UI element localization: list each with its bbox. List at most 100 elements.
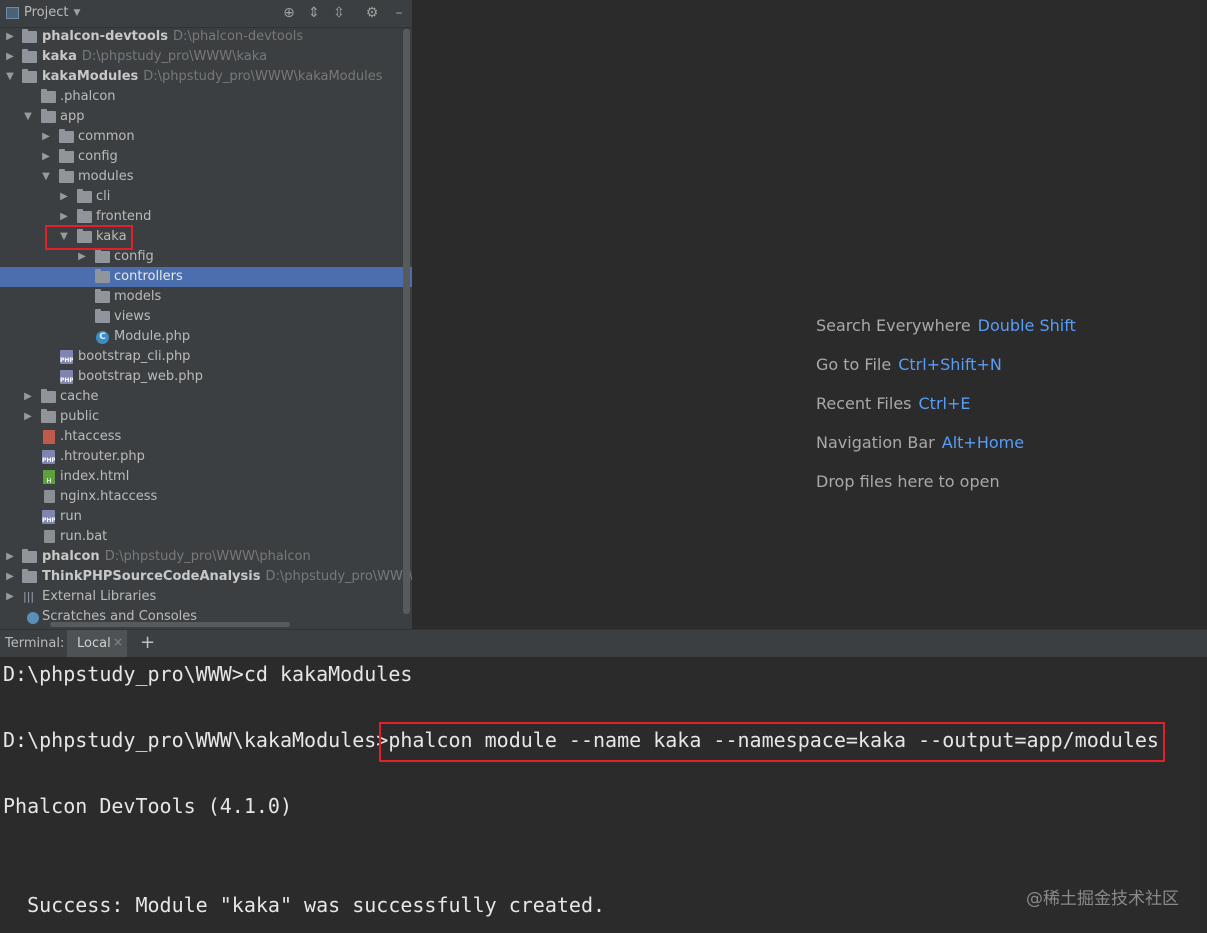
hint-drop-files: Drop files here to open [816,472,1000,491]
tree-item[interactable]: ▶ kaka D:\phpstudy_pro\WWW\kaka [0,47,412,67]
tree-item[interactable]: PHP .htrouter.php [0,447,412,467]
expand-all-icon[interactable]: ⇕ [305,4,323,22]
hint-shortcut[interactable]: Alt+Home [942,433,1024,452]
chevron-right-icon[interactable]: ▶ [4,587,16,607]
tree-item[interactable]: H index.html [0,467,412,487]
tree-item[interactable]: .phalcon [0,87,412,107]
tree-item-label: common [78,129,135,144]
tree-item[interactable]: ▼ app [0,107,412,127]
text-file-icon [44,530,55,543]
terminal-tab-bar: Terminal: Local × + [0,629,1207,657]
tree-item[interactable]: ▶ cli [0,187,412,207]
hint-text: Search Everywhere [816,316,971,335]
collapse-all-icon[interactable]: ⇳ [330,4,348,22]
library-icon: ||| [23,590,35,603]
tree-item[interactable]: ▶ frontend [0,207,412,227]
folder-icon [77,209,92,223]
tab-local[interactable]: Local × [67,630,127,657]
hint-text: Go to File [816,355,892,374]
hint-text: Drop files here to open [816,472,1000,491]
command-highlight-box [379,722,1165,762]
tree-item[interactable]: ▶ config [0,247,412,267]
tree-item[interactable]: PHP run [0,507,412,527]
php-file-icon: PHP [42,510,55,524]
tree-item[interactable]: ▶ common [0,127,412,147]
folder-icon [22,49,37,63]
folder-icon [41,109,56,123]
chevron-down-icon[interactable]: ▼ [22,107,34,127]
chevron-right-icon[interactable]: ▶ [4,47,16,67]
folder-icon [95,289,110,303]
locate-icon[interactable]: ⊕ [280,4,298,22]
folder-icon [95,309,110,323]
terminal-line: D:\phpstudy_pro\WWW>cd kakaModules [3,662,413,686]
close-icon[interactable]: × [113,635,123,649]
tree-item[interactable]: ▶ config [0,147,412,167]
tree-item[interactable]: nginx.htaccess [0,487,412,507]
editor-empty-pane: Search Everywhere Double Shift Go to File… [413,0,1207,629]
tab-local-label: Local [77,636,111,651]
hint-text: Navigation Bar [816,433,935,452]
horizontal-scrollbar[interactable] [50,622,290,627]
tree-item-label: External Libraries [42,589,157,604]
chevron-down-icon[interactable]: ▼ [4,67,16,87]
tree-item-label: run [60,509,82,524]
folder-icon [41,409,56,423]
tree-item-path: D:\phpstudy_pro\WWW\kakaModules [143,69,383,84]
tree-item-label: bootstrap_web.php [78,369,203,384]
tree-item-selected[interactable]: controllers [0,267,412,287]
tree-item[interactable]: views [0,307,412,327]
tree-item-label: phalcon-devtools [42,29,168,44]
htaccess-file-icon [43,430,55,444]
tree-item[interactable]: ▶ ||| External Libraries [0,587,412,607]
chevron-right-icon[interactable]: ▶ [22,407,34,427]
tree-item-label: phalcon [42,549,100,564]
tree-item[interactable]: ▶ phalcon-devtools D:\phalcon-devtools [0,27,412,47]
chevron-right-icon[interactable]: ▶ [4,27,16,47]
project-view-selector[interactable]: Project ▼ [6,5,80,20]
chevron-right-icon[interactable]: ▶ [76,247,88,267]
tree-item[interactable]: ▼ kakaModules D:\phpstudy_pro\WWW\kakaMod… [0,67,412,87]
tree-item-label: .htrouter.php [60,449,145,464]
kaka-folder-highlight-box [45,225,133,250]
add-tab-icon[interactable]: + [140,632,155,653]
hint-shortcut[interactable]: Ctrl+E [919,394,971,413]
folder-icon [59,169,74,183]
tree-item-label: index.html [60,469,130,484]
chevron-right-icon[interactable]: ▶ [58,187,70,207]
tree-item[interactable]: ▶ ThinkPHPSourceCodeAnalysis D:\phpstudy_… [0,567,412,587]
tree-item[interactable]: ▼ modules [0,167,412,187]
tree-item[interactable]: PHP bootstrap_web.php [0,367,412,387]
folder-icon [41,389,56,403]
gear-icon[interactable]: ⚙ [363,4,381,22]
tree-item[interactable]: C Module.php [0,327,412,347]
chevron-right-icon[interactable]: ▶ [4,567,16,587]
tree-item-path: D:\phpstudy_pro\WWW\ThinkP [265,569,412,584]
tree-item[interactable]: ▶ cache [0,387,412,407]
tree-item-label: .htaccess [60,429,122,444]
chevron-right-icon[interactable]: ▶ [22,387,34,407]
tree-item-path: D:\phalcon-devtools [172,29,304,44]
tree-item[interactable]: .htaccess [0,427,412,447]
minimize-icon[interactable]: – [390,4,408,22]
hint-shortcut[interactable]: Double Shift [978,316,1076,335]
tree-item-label: models [114,289,162,304]
chevron-right-icon[interactable]: ▶ [58,207,70,227]
chevron-down-icon[interactable]: ▼ [40,167,52,187]
tree-item-label: run.bat [60,529,108,544]
chevron-right-icon[interactable]: ▶ [40,127,52,147]
tree-item[interactable]: models [0,287,412,307]
chevron-right-icon[interactable]: ▶ [4,547,16,567]
hint-shortcut[interactable]: Ctrl+Shift+N [898,355,1002,374]
folder-icon [95,249,110,263]
tree-item[interactable]: PHP bootstrap_cli.php [0,347,412,367]
folder-icon [77,189,92,203]
chevron-right-icon[interactable]: ▶ [40,147,52,167]
tree-item[interactable]: ▶ public [0,407,412,427]
tree-item[interactable]: run.bat [0,527,412,547]
terminal-line: Success: Module "kaka" was successfully … [3,893,606,917]
tree-item[interactable]: ▶ phalcon D:\phpstudy_pro\WWW\phalcon [0,547,412,567]
vertical-scrollbar[interactable] [403,29,410,614]
folder-icon [22,69,37,83]
text-file-icon [44,490,55,503]
